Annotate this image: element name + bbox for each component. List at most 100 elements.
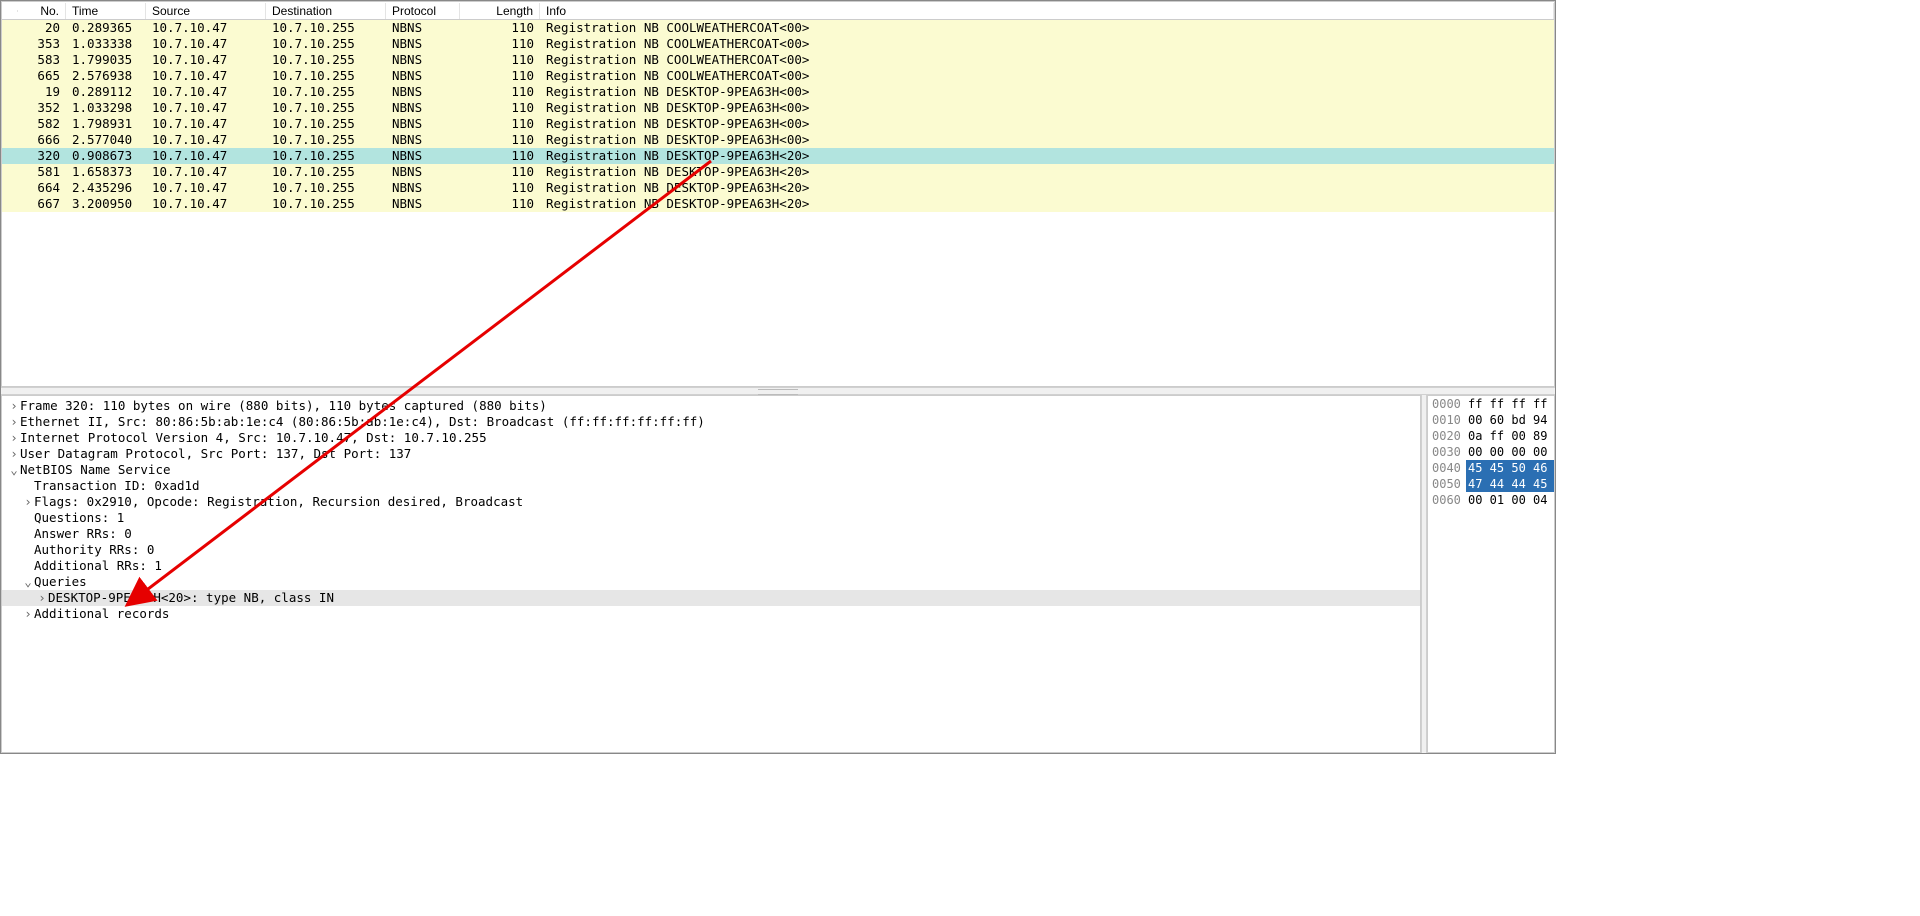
caret-down-icon[interactable]: ⌄ bbox=[22, 574, 34, 590]
hex-offset: 0040 bbox=[1428, 460, 1466, 476]
hex-row[interactable]: 005047 44 44 45 49 4 bbox=[1428, 476, 1554, 492]
packet-row[interactable]: 3531.03333810.7.10.4710.7.10.255NBNS110R… bbox=[2, 36, 1554, 52]
detail-line[interactable]: ·Questions: 1 bbox=[2, 510, 1420, 526]
caret-right-icon[interactable]: › bbox=[8, 446, 20, 462]
col-header-no[interactable]: No. bbox=[18, 3, 66, 19]
detail-line[interactable]: ›DESKTOP-9PEA63H<20>: type NB, class IN bbox=[2, 590, 1420, 606]
detail-line[interactable]: ·Answer RRs: 0 bbox=[2, 526, 1420, 542]
hex-row[interactable]: 0000ff ff ff ff ff f bbox=[1428, 396, 1554, 412]
cell-no: 353 bbox=[18, 36, 66, 52]
col-header-protocol[interactable]: Protocol bbox=[386, 3, 460, 19]
hex-row[interactable]: 00200a ff 00 89 00 8 bbox=[1428, 428, 1554, 444]
detail-line[interactable]: ⌄NetBIOS Name Service bbox=[2, 462, 1420, 478]
packet-rows-container[interactable]: 200.28936510.7.10.4710.7.10.255NBNS110Re… bbox=[2, 20, 1554, 386]
packet-row[interactable]: 6662.57704010.7.10.4710.7.10.255NBNS110R… bbox=[2, 132, 1554, 148]
caret-down-icon[interactable]: ⌄ bbox=[8, 462, 20, 478]
detail-line[interactable]: ›User Datagram Protocol, Src Port: 137, … bbox=[2, 446, 1420, 462]
detail-line[interactable]: ›Additional records bbox=[2, 606, 1420, 622]
cell-protocol: NBNS bbox=[386, 100, 460, 116]
packet-row[interactable]: 190.28911210.7.10.4710.7.10.255NBNS110Re… bbox=[2, 84, 1554, 100]
col-header-time[interactable]: Time bbox=[66, 3, 146, 19]
packet-bytes-pane[interactable]: 0000ff ff ff ff ff f001000 60 bd 94 00 0… bbox=[1427, 395, 1555, 753]
hex-bytes: 00 00 00 00 00 0 bbox=[1466, 444, 1555, 460]
caret-right-icon[interactable]: › bbox=[8, 414, 20, 430]
packet-row[interactable]: 3521.03329810.7.10.4710.7.10.255NBNS110R… bbox=[2, 100, 1554, 116]
caret-right-icon[interactable]: › bbox=[8, 398, 20, 414]
cell-no: 664 bbox=[18, 180, 66, 196]
packet-list-pane[interactable]: No. Time Source Destination Protocol Len… bbox=[1, 1, 1555, 387]
packet-row[interactable]: 5831.79903510.7.10.4710.7.10.255NBNS110R… bbox=[2, 52, 1554, 68]
cell-length: 110 bbox=[460, 180, 540, 196]
col-header-info[interactable]: Info bbox=[540, 3, 1554, 19]
detail-text: Ethernet II, Src: 80:86:5b:ab:1e:c4 (80:… bbox=[20, 414, 705, 430]
cell-destination: 10.7.10.255 bbox=[266, 180, 386, 196]
cell-info: Registration NB DESKTOP-9PEA63H<00> bbox=[540, 116, 1554, 132]
packet-row[interactable]: 5811.65837310.7.10.4710.7.10.255NBNS110R… bbox=[2, 164, 1554, 180]
detail-text: Transaction ID: 0xad1d bbox=[34, 478, 200, 494]
caret-right-icon[interactable]: › bbox=[36, 590, 48, 606]
packet-row[interactable]: 6652.57693810.7.10.4710.7.10.255NBNS110R… bbox=[2, 68, 1554, 84]
packet-row[interactable]: 3200.90867310.7.10.4710.7.10.255NBNS110R… bbox=[2, 148, 1554, 164]
cell-protocol: NBNS bbox=[386, 20, 460, 36]
packet-details-pane[interactable]: ›Frame 320: 110 bytes on wire (880 bits)… bbox=[1, 395, 1421, 753]
detail-line[interactable]: ›Frame 320: 110 bytes on wire (880 bits)… bbox=[2, 398, 1420, 414]
cell-no: 352 bbox=[18, 100, 66, 116]
packet-row[interactable]: 6642.43529610.7.10.4710.7.10.255NBNS110R… bbox=[2, 180, 1554, 196]
horizontal-splitter[interactable] bbox=[1, 387, 1555, 395]
caret-right-icon[interactable]: › bbox=[22, 494, 34, 510]
cell-time: 1.033298 bbox=[66, 100, 146, 116]
hex-row[interactable]: 006000 01 00 04 93 a bbox=[1428, 492, 1554, 508]
detail-line[interactable]: ›Flags: 0x2910, Opcode: Registration, Re… bbox=[2, 494, 1420, 510]
detail-text: Queries bbox=[34, 574, 87, 590]
detail-line[interactable]: ›Internet Protocol Version 4, Src: 10.7.… bbox=[2, 430, 1420, 446]
hex-bytes: ff ff ff ff ff f bbox=[1466, 396, 1555, 412]
hex-offset: 0030 bbox=[1428, 444, 1466, 460]
cell-no: 320 bbox=[18, 148, 66, 164]
cell-protocol: NBNS bbox=[386, 116, 460, 132]
packet-row[interactable]: 5821.79893110.7.10.4710.7.10.255NBNS110R… bbox=[2, 116, 1554, 132]
detail-line[interactable]: ·Authority RRs: 0 bbox=[2, 542, 1420, 558]
col-header-destination[interactable]: Destination bbox=[266, 3, 386, 19]
detail-text: Authority RRs: 0 bbox=[34, 542, 154, 558]
cell-source: 10.7.10.47 bbox=[146, 180, 266, 196]
hex-bytes: 47 44 44 45 49 4 bbox=[1466, 476, 1555, 492]
detail-text: Internet Protocol Version 4, Src: 10.7.1… bbox=[20, 430, 487, 446]
detail-text: Questions: 1 bbox=[34, 510, 124, 526]
cell-destination: 10.7.10.255 bbox=[266, 36, 386, 52]
detail-text: Flags: 0x2910, Opcode: Registration, Rec… bbox=[34, 494, 523, 510]
packet-list-header[interactable]: No. Time Source Destination Protocol Len… bbox=[2, 2, 1554, 20]
col-header-length[interactable]: Length bbox=[460, 3, 540, 19]
caret-right-icon[interactable]: › bbox=[8, 430, 20, 446]
cell-no: 665 bbox=[18, 68, 66, 84]
hex-offset: 0020 bbox=[1428, 428, 1466, 444]
cell-info: Registration NB COOLWEATHERCOAT<00> bbox=[540, 68, 1554, 84]
caret-right-icon[interactable]: › bbox=[22, 606, 34, 622]
cell-info: Registration NB DESKTOP-9PEA63H<20> bbox=[540, 164, 1554, 180]
hex-row[interactable]: 004045 45 50 46 41 4 bbox=[1428, 460, 1554, 476]
cell-destination: 10.7.10.255 bbox=[266, 148, 386, 164]
cell-destination: 10.7.10.255 bbox=[266, 132, 386, 148]
detail-line[interactable]: ›Ethernet II, Src: 80:86:5b:ab:1e:c4 (80… bbox=[2, 414, 1420, 430]
cell-length: 110 bbox=[460, 52, 540, 68]
col-header-source[interactable]: Source bbox=[146, 3, 266, 19]
cell-protocol: NBNS bbox=[386, 180, 460, 196]
cell-destination: 10.7.10.255 bbox=[266, 164, 386, 180]
cell-length: 110 bbox=[460, 36, 540, 52]
detail-line[interactable]: ⌄Queries bbox=[2, 574, 1420, 590]
cell-source: 10.7.10.47 bbox=[146, 148, 266, 164]
detail-text: Additional records bbox=[34, 606, 169, 622]
cell-no: 582 bbox=[18, 116, 66, 132]
cell-protocol: NBNS bbox=[386, 164, 460, 180]
detail-line[interactable]: ·Transaction ID: 0xad1d bbox=[2, 478, 1420, 494]
hex-row[interactable]: 001000 60 bd 94 00 0 bbox=[1428, 412, 1554, 428]
detail-line[interactable]: ·Additional RRs: 1 bbox=[2, 558, 1420, 574]
cell-length: 110 bbox=[460, 148, 540, 164]
packet-row[interactable]: 200.28936510.7.10.4710.7.10.255NBNS110Re… bbox=[2, 20, 1554, 36]
hex-row[interactable]: 003000 00 00 00 00 0 bbox=[1428, 444, 1554, 460]
cell-protocol: NBNS bbox=[386, 148, 460, 164]
cell-source: 10.7.10.47 bbox=[146, 68, 266, 84]
packet-row[interactable]: 6673.20095010.7.10.4710.7.10.255NBNS110R… bbox=[2, 196, 1554, 212]
cell-source: 10.7.10.47 bbox=[146, 132, 266, 148]
detail-text: NetBIOS Name Service bbox=[20, 462, 171, 478]
cell-length: 110 bbox=[460, 100, 540, 116]
